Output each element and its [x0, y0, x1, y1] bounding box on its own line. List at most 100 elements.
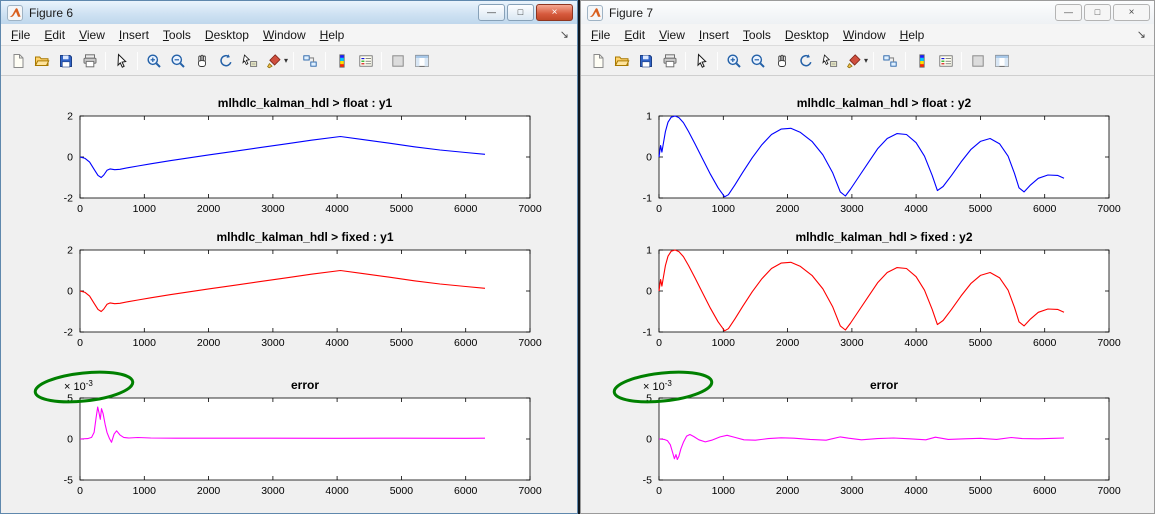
brush-dropdown-icon[interactable]: ▾ — [284, 56, 288, 65]
brush-button[interactable] — [842, 49, 865, 72]
save-button[interactable] — [634, 49, 657, 72]
edit-plot-pointer-button[interactable] — [110, 49, 133, 72]
menu-file[interactable]: File — [4, 26, 37, 44]
plot-background — [659, 250, 1109, 332]
window-title: Figure 7 — [609, 6, 1049, 20]
svg-text:2000: 2000 — [775, 485, 799, 497]
chart-float-y1: 01000200030004000500060007000-202mlhdlc_… — [6, 92, 572, 226]
zoom-out-button[interactable] — [166, 49, 189, 72]
insert-legend-button[interactable] — [354, 49, 377, 72]
svg-text:6000: 6000 — [1033, 485, 1057, 497]
menu-bar: FileEditViewInsertToolsDesktopWindowHelp… — [1, 24, 577, 46]
svg-text:-5: -5 — [642, 475, 651, 487]
toolbar-separator — [717, 52, 718, 70]
plot-background — [80, 398, 530, 480]
menu-insert[interactable]: Insert — [112, 26, 156, 44]
data-cursor-button[interactable] — [238, 49, 261, 72]
svg-text:6000: 6000 — [1033, 203, 1057, 215]
close-button[interactable]: × — [536, 4, 573, 21]
new-document-button[interactable] — [6, 49, 29, 72]
menu-desktop[interactable]: Desktop — [778, 26, 836, 44]
show-plot-tools-button[interactable] — [990, 49, 1013, 72]
link-plot-button[interactable] — [878, 49, 901, 72]
pan-button[interactable] — [190, 49, 213, 72]
svg-text:0: 0 — [67, 286, 73, 298]
data-cursor-icon — [822, 53, 838, 69]
pan-icon — [194, 53, 210, 69]
chart-title: mlhdlc_kalman_hdl > float : y2 — [796, 96, 971, 110]
save-icon — [638, 53, 654, 69]
minimize-button[interactable]: — — [478, 4, 505, 21]
rotate-3d-button[interactable] — [214, 49, 237, 72]
brush-dropdown-icon[interactable]: ▾ — [864, 56, 868, 65]
menu-view[interactable]: View — [652, 26, 692, 44]
zoom-out-button[interactable] — [746, 49, 769, 72]
menu-window[interactable]: Window — [836, 26, 893, 44]
open-folder-button[interactable] — [30, 49, 53, 72]
svg-text:-1: -1 — [642, 327, 651, 339]
dock-figure-icon[interactable]: ↘ — [560, 28, 574, 41]
svg-text:-2: -2 — [64, 193, 73, 205]
zoom-in-button[interactable] — [722, 49, 745, 72]
plot-svg: 01000200030004000500060007000-101mlhdlc_… — [585, 92, 1151, 226]
menu-edit[interactable]: Edit — [37, 26, 72, 44]
figure-canvas: 01000200030004000500060007000-101mlhdlc_… — [581, 76, 1154, 513]
svg-text:6000: 6000 — [1033, 337, 1057, 349]
menu-help[interactable]: Help — [893, 26, 932, 44]
chart-title: error — [291, 378, 319, 392]
menu-file[interactable]: File — [584, 26, 617, 44]
svg-text:7000: 7000 — [1097, 337, 1121, 349]
maximize-button[interactable]: □ — [1084, 4, 1111, 21]
plot-svg: 01000200030004000500060007000-505error× … — [6, 360, 572, 508]
edit-plot-pointer-button[interactable] — [690, 49, 713, 72]
brush-icon — [846, 53, 862, 69]
edit-plot-pointer-icon — [114, 53, 130, 69]
print-button[interactable] — [658, 49, 681, 72]
svg-text:2000: 2000 — [775, 337, 799, 349]
zoom-in-button[interactable] — [142, 49, 165, 72]
toolbar-separator — [137, 52, 138, 70]
svg-text:0: 0 — [646, 434, 652, 446]
hide-plot-tools-button[interactable] — [966, 49, 989, 72]
menu-tools[interactable]: Tools — [156, 26, 198, 44]
open-folder-button[interactable] — [610, 49, 633, 72]
restore-button[interactable]: □ — [507, 4, 534, 21]
svg-text:4000: 4000 — [325, 337, 349, 349]
pan-button[interactable] — [770, 49, 793, 72]
svg-text:5000: 5000 — [390, 485, 414, 497]
minimize-button[interactable]: — — [1055, 4, 1082, 21]
dock-figure-icon[interactable]: ↘ — [1137, 28, 1151, 41]
close-button[interactable]: × — [1113, 4, 1150, 21]
titlebar[interactable]: Figure 7 — □ × — [581, 1, 1154, 24]
insert-legend-button[interactable] — [934, 49, 957, 72]
menu-insert[interactable]: Insert — [692, 26, 736, 44]
show-plot-tools-button[interactable] — [410, 49, 433, 72]
new-document-button[interactable] — [586, 49, 609, 72]
insert-legend-icon — [358, 53, 374, 69]
link-plot-button[interactable] — [298, 49, 321, 72]
svg-text:3000: 3000 — [840, 337, 864, 349]
insert-colorbar-button[interactable] — [910, 49, 933, 72]
plot-svg: 01000200030004000500060007000-101mlhdlc_… — [585, 226, 1151, 360]
titlebar[interactable]: Figure 6 — □ × — [1, 1, 577, 24]
save-button[interactable] — [54, 49, 77, 72]
new-document-icon — [10, 53, 26, 69]
plot-background — [80, 116, 530, 198]
hide-plot-tools-button[interactable] — [386, 49, 409, 72]
rotate-3d-button[interactable] — [794, 49, 817, 72]
menu-tools[interactable]: Tools — [736, 26, 778, 44]
menu-desktop[interactable]: Desktop — [198, 26, 256, 44]
figure-window-7: Figure 7 — □ × FileEditViewInsertToolsDe… — [580, 0, 1155, 514]
plot-svg: 01000200030004000500060007000-202mlhdlc_… — [6, 92, 572, 226]
print-icon — [82, 53, 98, 69]
print-button[interactable] — [78, 49, 101, 72]
menu-window[interactable]: Window — [256, 26, 313, 44]
menu-view[interactable]: View — [72, 26, 112, 44]
menu-edit[interactable]: Edit — [617, 26, 652, 44]
brush-button[interactable] — [262, 49, 285, 72]
data-cursor-button[interactable] — [818, 49, 841, 72]
insert-colorbar-button[interactable] — [330, 49, 353, 72]
toolbar-separator — [325, 52, 326, 70]
svg-text:1: 1 — [646, 111, 652, 123]
menu-help[interactable]: Help — [313, 26, 352, 44]
